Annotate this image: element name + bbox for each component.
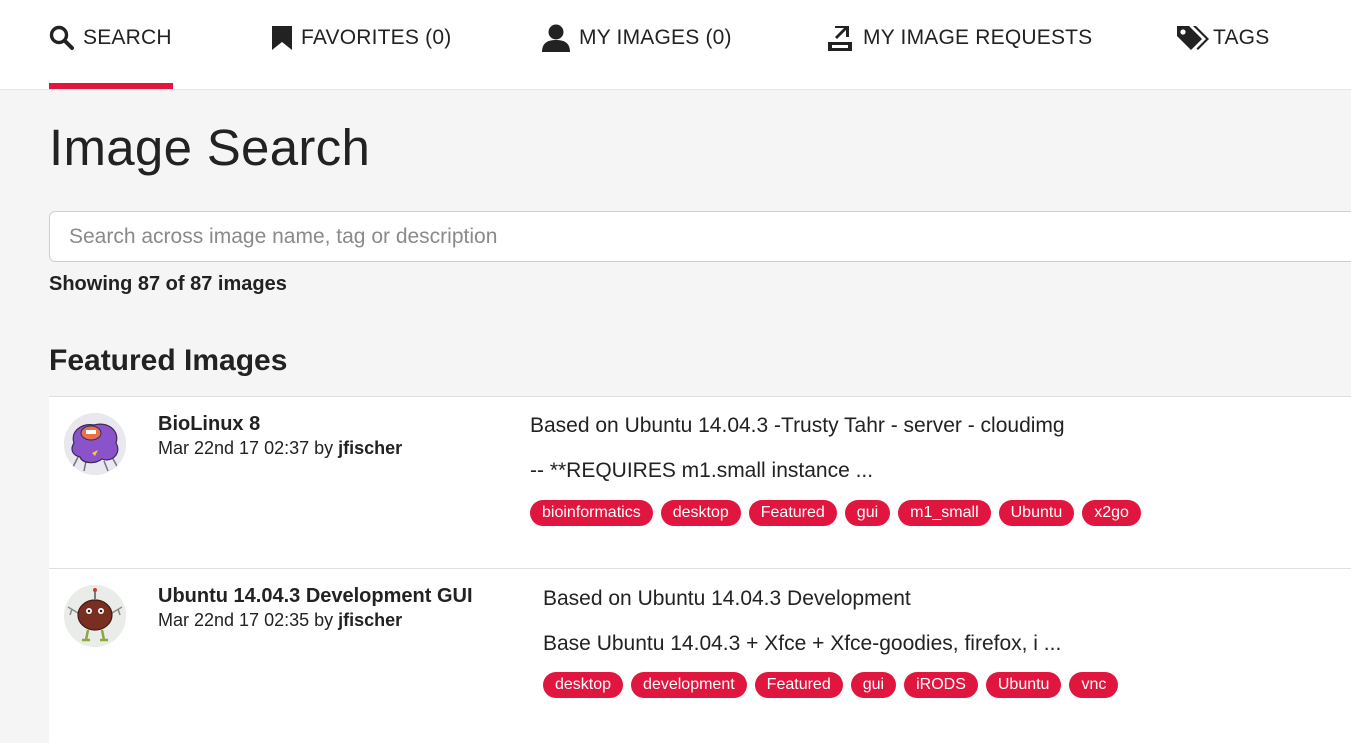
image-meta: Mar 22nd 17 02:35 by jfischer xyxy=(158,610,402,631)
search-icon xyxy=(49,25,74,50)
image-description-line2: -- **REQUIRES m1.small instance ... xyxy=(530,459,874,482)
tab-my-image-requests[interactable]: MY IMAGE REQUESTS xyxy=(825,0,1092,89)
tag-gui[interactable]: gui xyxy=(850,672,897,698)
tab-my-image-requests-label: MY IMAGE REQUESTS xyxy=(863,25,1093,49)
image-avatar xyxy=(64,585,126,647)
image-name[interactable]: Ubuntu 14.04.3 Development GUI xyxy=(158,585,473,608)
image-author: jfischer xyxy=(338,438,403,458)
tag-ubuntu[interactable]: Ubuntu xyxy=(985,672,1062,698)
tag-m1-small[interactable]: m1_small xyxy=(898,500,991,526)
tag-list: desktop development Featured gui iRODS U… xyxy=(543,672,1119,698)
search-input[interactable] xyxy=(50,212,1351,261)
user-icon xyxy=(542,24,570,52)
bookmark-icon xyxy=(272,25,292,50)
image-request-icon xyxy=(828,25,852,51)
tab-tags[interactable]: TAGS xyxy=(1175,0,1269,89)
image-card[interactable]: Ubuntu 14.04.3 Development GUI Mar 22nd … xyxy=(49,568,1351,743)
image-author: jfischer xyxy=(338,610,403,630)
tag-featured[interactable]: Featured xyxy=(748,500,837,526)
featured-images-heading: Featured Images xyxy=(49,344,288,377)
image-date: Mar 22nd 17 02:37 by xyxy=(158,438,334,458)
image-date: Mar 22nd 17 02:35 by xyxy=(158,610,334,630)
image-meta: Mar 22nd 17 02:37 by jfischer xyxy=(158,438,402,459)
tag-list: bioinformatics desktop Featured gui m1_s… xyxy=(530,500,1141,526)
tab-my-images-label: MY IMAGES (0) xyxy=(579,25,732,49)
tag-x2go[interactable]: x2go xyxy=(1082,500,1141,526)
tags-icon xyxy=(1177,25,1209,50)
image-card[interactable]: BioLinux 8 Mar 22nd 17 02:37 by jfischer… xyxy=(49,396,1351,568)
tag-vnc[interactable]: vnc xyxy=(1069,672,1119,698)
image-avatar xyxy=(64,413,126,475)
tag-desktop[interactable]: desktop xyxy=(543,672,624,698)
tab-search-label: SEARCH xyxy=(83,25,172,49)
tab-favorites-label: FAVORITES (0) xyxy=(301,25,452,49)
page-title: Image Search xyxy=(49,119,371,176)
image-name[interactable]: BioLinux 8 xyxy=(158,413,260,436)
tag-ubuntu[interactable]: Ubuntu xyxy=(998,500,1075,526)
tab-my-images[interactable]: MY IMAGES (0) xyxy=(541,0,732,89)
tab-tags-label: TAGS xyxy=(1213,25,1270,49)
search-box xyxy=(49,211,1351,262)
tag-featured[interactable]: Featured xyxy=(754,672,843,698)
tab-favorites[interactable]: FAVORITES (0) xyxy=(271,0,451,89)
tag-bioinformatics[interactable]: bioinformatics xyxy=(530,500,653,526)
tab-search[interactable]: SEARCH xyxy=(49,0,173,89)
monster-avatar-icon xyxy=(64,413,126,475)
tag-gui[interactable]: gui xyxy=(844,500,891,526)
tag-desktop[interactable]: desktop xyxy=(660,500,741,526)
image-description-line2: Base Ubuntu 14.04.3 + Xfce + Xfce-goodie… xyxy=(543,632,1062,655)
tag-development[interactable]: development xyxy=(631,672,747,698)
tag-irods[interactable]: iRODS xyxy=(904,672,978,698)
top-navigation: SEARCH FAVORITES (0) MY IMAGES (0) MY IM… xyxy=(0,0,1351,90)
image-description-line1: Based on Ubuntu 14.04.3 Development xyxy=(543,587,911,610)
monster-avatar-icon xyxy=(64,585,126,647)
result-count: Showing 87 of 87 images xyxy=(49,273,287,295)
image-description-line1: Based on Ubuntu 14.04.3 -Trusty Tahr - s… xyxy=(530,414,1065,437)
